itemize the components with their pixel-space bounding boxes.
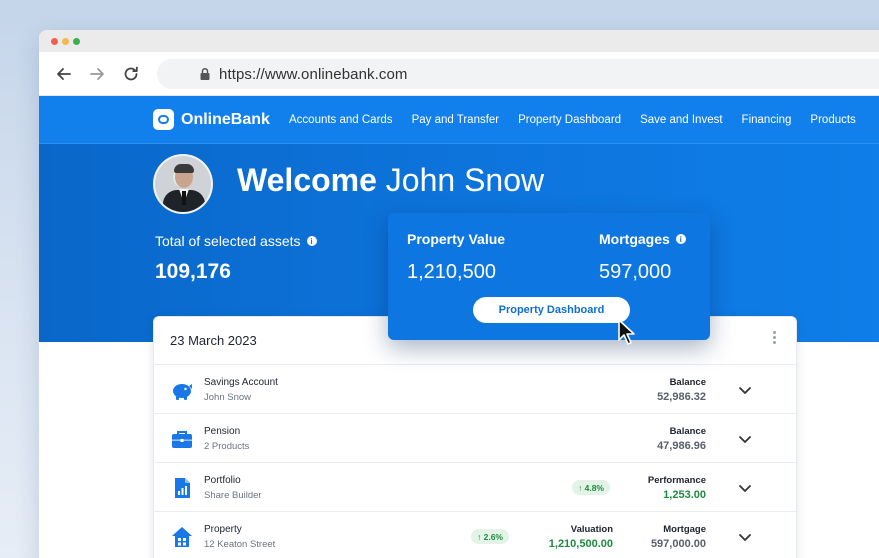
logo-text: OnlineBank [181, 110, 270, 128]
welcome-prefix: Welcome [237, 162, 377, 198]
address-bar[interactable]: https://www.onlinebank.com [157, 59, 879, 89]
arrow-left-icon [57, 68, 71, 80]
back-button[interactable] [53, 63, 75, 85]
property-dashboard-button[interactable]: Property Dashboard [473, 297, 630, 323]
total-assets-value: 109,176 [155, 260, 231, 283]
document-chart-icon [175, 478, 190, 498]
mouse-cursor-icon [618, 319, 635, 345]
mortgages-label: Mortgages i [599, 231, 686, 247]
nav-item-accounts-and-cards[interactable]: Accounts and Cards [289, 114, 393, 126]
nav-item-pay-and-transfer[interactable]: Pay and Transfer [412, 114, 500, 126]
property-value: 1,210,500 [407, 261, 496, 283]
account-title: Property [204, 524, 242, 535]
balance-label: Balance [669, 426, 706, 437]
valuation-value: 1,210,500.00 [548, 538, 613, 550]
chevron-down-icon[interactable] [738, 432, 752, 446]
nav-item-save-and-invest[interactable]: Save and Invest [640, 114, 722, 126]
info-icon[interactable]: i [675, 234, 686, 244]
piggy-bank-icon [173, 384, 192, 400]
maximize-window-button[interactable] [73, 38, 80, 45]
reload-button[interactable] [120, 63, 142, 85]
lock-icon [200, 67, 210, 80]
balance-value: 47,986.96 [657, 440, 706, 452]
mortgages-value: 597,000 [599, 261, 672, 283]
main-menu: Accounts and Cards Pay and Transfer Prop… [289, 114, 875, 126]
property-value-label: Property Value [407, 231, 506, 247]
forward-button[interactable] [86, 63, 108, 85]
account-title: Portfolio [204, 475, 241, 486]
url-text: https://www.onlinebank.com [219, 65, 408, 83]
valuation-label: Valuation [570, 524, 613, 535]
account-row-pension[interactable]: Pension 2 Products Balance 47,986.96 [154, 413, 796, 462]
nav-item-property-dashboard[interactable]: Property Dashboard [518, 114, 621, 126]
account-row-property[interactable]: Property 12 Keaton Street ↑ 2.6% Valuati… [154, 511, 796, 558]
valuation-badge: ↑ 2.6% [471, 529, 509, 544]
chevron-down-icon[interactable] [738, 481, 752, 495]
account-subtitle: 2 Products [204, 441, 250, 452]
account-title: Pension [204, 426, 241, 437]
account-row-savings[interactable]: Savings Account John Snow Balance 52,986… [154, 364, 796, 413]
briefcase-icon [172, 431, 192, 448]
house-icon [172, 527, 192, 547]
more-options-icon[interactable] [772, 331, 776, 346]
minimize-window-button[interactable] [62, 38, 69, 45]
property-summary-popup: Property Value 1,210,500 Mortgages i 597… [388, 213, 710, 340]
mortgage-value: 597,000.00 [650, 538, 706, 550]
arrow-right-icon [90, 68, 104, 80]
browser-toolbar: https://www.onlinebank.com [39, 52, 879, 96]
logo-icon [153, 109, 174, 130]
avatar[interactable] [153, 154, 213, 214]
top-navigation: OnlineBank Accounts and Cards Pay and Tr… [39, 96, 879, 144]
chevron-down-icon[interactable] [738, 530, 752, 544]
chevron-down-icon[interactable] [738, 383, 752, 397]
close-window-button[interactable] [51, 38, 58, 45]
nav-item-products[interactable]: Products [810, 114, 855, 126]
account-row-portfolio[interactable]: Portfolio Share Builder ↑ 4.8% Performan… [154, 462, 796, 511]
reload-icon [124, 66, 138, 81]
balance-value: 52,986.32 [657, 391, 706, 403]
account-subtitle: Share Builder [204, 490, 262, 501]
nav-item-financing[interactable]: Financing [742, 114, 792, 126]
account-subtitle: 12 Keaton Street [204, 539, 276, 550]
accounts-card: 23 March 2023 Savings Account John Snow … [153, 316, 797, 558]
total-assets-label: Total of selected assets i [155, 233, 317, 249]
user-name: John Snow [385, 162, 545, 198]
mortgages-label-text: Mortgages [599, 231, 670, 247]
performance-value: 1,253.00 [663, 489, 706, 501]
browser-titlebar [39, 30, 879, 52]
performance-badge: ↑ 4.8% [572, 480, 610, 495]
account-title: Savings Account [204, 377, 278, 388]
total-assets-text: Total of selected assets [155, 233, 301, 249]
welcome-heading: Welcome John Snow [237, 162, 544, 199]
site-logo[interactable]: OnlineBank [153, 109, 270, 130]
mortgage-label: Mortgage [663, 524, 706, 535]
balance-label: Balance [669, 377, 706, 388]
performance-label: Performance [647, 475, 706, 486]
browser-window: https://www.onlinebank.com OnlineBank Ac… [39, 30, 879, 558]
bank-site: OnlineBank Accounts and Cards Pay and Tr… [39, 96, 879, 558]
info-icon[interactable]: i [306, 236, 317, 246]
account-subtitle: John Snow [204, 392, 252, 403]
card-date: 23 March 2023 [170, 333, 257, 348]
